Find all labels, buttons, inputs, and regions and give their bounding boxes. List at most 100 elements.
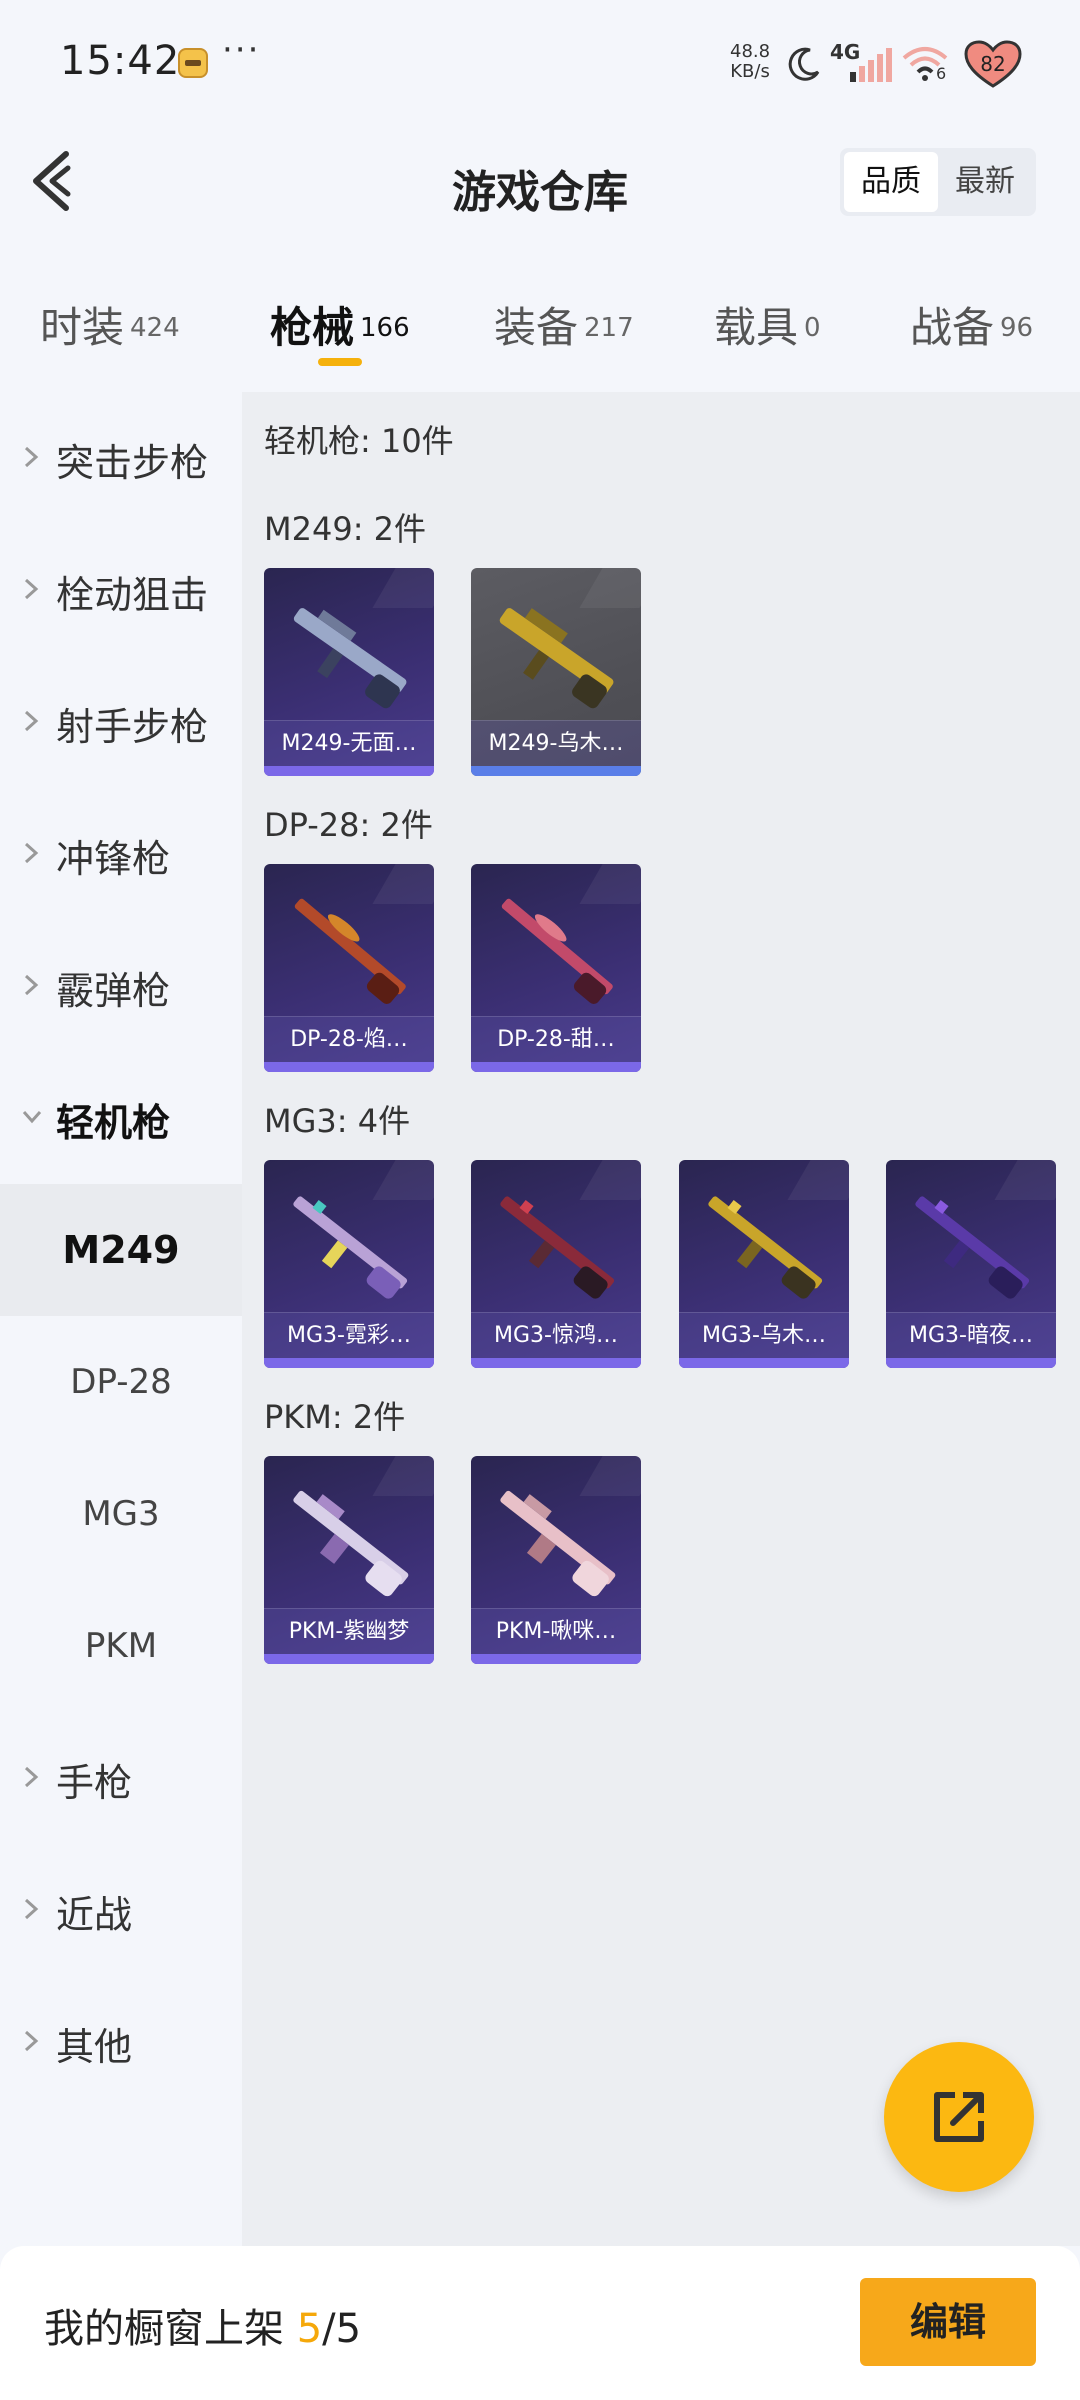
active-tab-indicator — [318, 358, 362, 366]
weapon-name: MG3-霓彩… — [264, 1312, 434, 1358]
showcase-label: 我的橱窗上架 — [44, 2306, 297, 2352]
sidebar-item-label: 轻机枪 — [56, 1101, 171, 1145]
showcase-bar: 我的橱窗上架 5/5 编辑 — [0, 2246, 1080, 2400]
net-speed: 48.8 KB/s — [730, 42, 770, 82]
weapon-card[interactable]: MG3-乌木… — [679, 1160, 849, 1368]
chevron-right-icon — [24, 1766, 39, 1788]
rarity-bar — [471, 1654, 641, 1664]
status-time: 15:42 — [60, 38, 181, 84]
weapon-content: 轻机枪: 10件 M249: 2件 M249-无面… M249-乌木… DP-2… — [242, 392, 1080, 2246]
weapon-card[interactable]: MG3-惊鸿… — [471, 1160, 641, 1368]
sidebar-item-label: 栓动狙击 — [56, 573, 209, 617]
weapon-card[interactable]: PKM-紫幽梦 — [264, 1456, 434, 1664]
sidebar-item-label: 近战 — [56, 1893, 133, 1937]
tab-label: 载具 — [714, 303, 799, 352]
chevron-right-icon — [24, 710, 39, 732]
battery-level: 82 — [980, 52, 1006, 76]
sidebar-subitem-mg3[interactable]: MG3 — [0, 1448, 242, 1580]
group-title: M249: 2件 — [264, 510, 427, 548]
sidebar-subitem-dp28[interactable]: DP-28 — [0, 1316, 242, 1448]
rarity-bar — [471, 1358, 641, 1368]
weapon-skin-image — [293, 1490, 409, 1597]
weapon-name: PKM-啾咪… — [471, 1608, 641, 1654]
sort-quality-button[interactable]: 品质 — [844, 152, 938, 212]
weapon-name: MG3-暗夜… — [886, 1312, 1056, 1358]
showcase-total: /5 — [322, 2306, 362, 2352]
sort-latest-button[interactable]: 最新 — [938, 152, 1032, 212]
share-fab-button[interactable] — [884, 2042, 1034, 2192]
weapon-skin-image — [293, 608, 407, 709]
chevron-right-icon — [24, 2030, 39, 2052]
weapon-card[interactable]: M249-乌木… — [471, 568, 641, 776]
rarity-bar — [886, 1358, 1056, 1368]
sidebar-item-assault-rifle[interactable]: 突击步枪 — [0, 392, 242, 524]
tab-supplies[interactable]: 战备 96 — [910, 294, 1033, 364]
sidebar-item-bolt-sniper[interactable]: 栓动狙击 — [0, 524, 242, 656]
category-tabs: 时装 424 枪械 166 装备 217 载具 0 战备 96 — [0, 270, 1080, 380]
weapon-name: PKM-紫幽梦 — [264, 1608, 434, 1654]
rarity-bar — [264, 1654, 434, 1664]
do-not-disturb-icon — [788, 47, 820, 81]
weapon-name: MG3-乌木… — [679, 1312, 849, 1358]
weapon-skin-image — [500, 1196, 615, 1299]
tab-label: 枪械 — [270, 303, 355, 352]
weapon-skin-image — [294, 898, 406, 1004]
share-icon — [934, 2092, 984, 2142]
sidebar-item-pistol[interactable]: 手枪 — [0, 1712, 242, 1844]
sidebar-item-marksman-rifle[interactable]: 射手步枪 — [0, 656, 242, 788]
rarity-bar — [264, 766, 434, 776]
status-bar: 15:42 ··· 48.8 KB/s 4G 6 82 — [0, 0, 1080, 130]
weapon-type-sidebar: 突击步枪 栓动狙击 射手步枪 冲锋枪 霰弹枪 轻机枪 M249 DP-28 MG… — [0, 392, 242, 2246]
weapon-card[interactable]: PKM-啾咪… — [471, 1456, 641, 1664]
sidebar-item-shotgun[interactable]: 霰弹枪 — [0, 920, 242, 1052]
rarity-bar — [264, 1062, 434, 1072]
sidebar-subitem-m249[interactable]: M249 — [0, 1184, 242, 1316]
tab-count: 0 — [804, 312, 821, 343]
sidebar-item-label: 射手步枪 — [56, 705, 209, 749]
group-title: PKM: 2件 — [264, 1398, 406, 1436]
sidebar-item-label: 霰弹枪 — [56, 969, 171, 1013]
chevron-down-icon — [22, 1111, 42, 1124]
showcase-status: 我的橱窗上架 5/5 — [44, 2296, 361, 2354]
weapon-card[interactable]: DP-28-焰… — [264, 864, 434, 1072]
weapon-card[interactable]: MG3-暗夜… — [886, 1160, 1056, 1368]
sidebar-item-smg[interactable]: 冲锋枪 — [0, 788, 242, 920]
sidebar-item-label: 冲锋枪 — [56, 837, 171, 881]
weapon-skin-image — [708, 1196, 823, 1299]
weapon-name: M249-无面… — [264, 720, 434, 766]
sidebar-item-label: 突击步枪 — [56, 441, 209, 485]
tab-count: 217 — [584, 312, 634, 343]
sidebar-item-label: 其他 — [56, 2025, 133, 2069]
group-title: MG3: 4件 — [264, 1102, 411, 1140]
tab-count: 424 — [130, 312, 180, 343]
tab-vehicles[interactable]: 载具 0 — [714, 294, 821, 364]
rarity-bar — [471, 1062, 641, 1072]
sidebar-subitem-pkm[interactable]: PKM — [0, 1580, 242, 1712]
chevron-right-icon — [24, 842, 39, 864]
showcase-current: 5 — [296, 2306, 323, 2352]
rarity-bar — [471, 766, 641, 776]
chevron-right-icon — [24, 578, 39, 600]
tab-firearms[interactable]: 枪械 166 — [270, 294, 410, 364]
tab-label: 时装 — [40, 303, 125, 352]
weapon-card[interactable]: MG3-霓彩… — [264, 1160, 434, 1368]
tab-fashion[interactable]: 时装 424 — [40, 294, 180, 364]
app-notification-icon — [178, 48, 208, 78]
sidebar-item-lmg[interactable]: 轻机枪 — [0, 1052, 242, 1184]
tab-label: 战备 — [910, 303, 995, 352]
weapon-skin-image — [500, 1490, 616, 1597]
weapon-card[interactable]: M249-无面… — [264, 568, 434, 776]
header: 游戏仓库 品质 最新 — [0, 130, 1080, 240]
sidebar-item-other[interactable]: 其他 — [0, 1976, 242, 2108]
weapon-card[interactable]: DP-28-甜… — [471, 864, 641, 1072]
sidebar-item-label: 手枪 — [56, 1761, 133, 1805]
tab-equipment[interactable]: 装备 217 — [494, 294, 634, 364]
chevron-right-icon — [24, 1898, 39, 1920]
edit-button[interactable]: 编辑 — [860, 2278, 1036, 2366]
sidebar-item-melee[interactable]: 近战 — [0, 1844, 242, 1976]
weapon-name: M249-乌木… — [471, 720, 641, 766]
rarity-bar — [264, 1358, 434, 1368]
chevron-right-icon — [24, 974, 39, 996]
weapon-skin-image — [915, 1196, 1030, 1299]
weapon-skin-image — [501, 898, 613, 1004]
